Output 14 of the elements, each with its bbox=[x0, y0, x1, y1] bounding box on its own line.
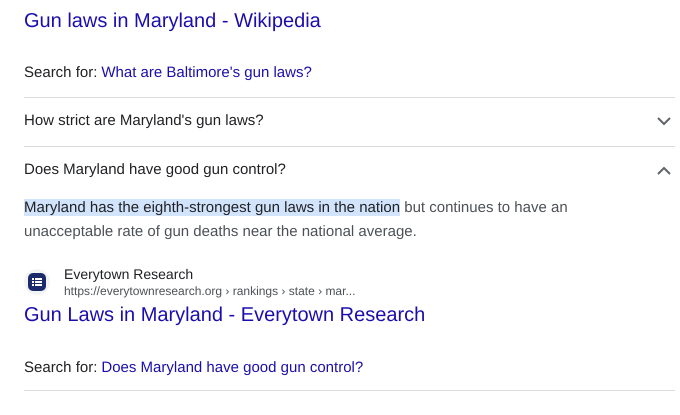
search-for-label: Search for: bbox=[24, 358, 98, 378]
site-name: Everytown Research bbox=[64, 264, 194, 282]
chevron-up-icon bbox=[657, 166, 671, 175]
faq-question[interactable]: How strict are Maryland's gun laws? bbox=[24, 98, 675, 146]
site-url: https://everytownresearch.org › rankings › state › mar... bbox=[64, 282, 356, 298]
answer-text: Maryland has the eighth-strongest gun laws in the nation but continues to have an unacceptable rate of gun deaths near the national average. bbox=[24, 198, 569, 242]
search-for-label: Search for: bbox=[24, 63, 98, 83]
result-title-link[interactable]: Gun Laws in Maryland - Everytown Research bbox=[24, 302, 675, 328]
site-favicon-icon bbox=[24, 268, 50, 294]
result-title-link[interactable]: Gun laws in Maryland - Wikipedia bbox=[24, 0, 675, 33]
search-suggestion-link[interactable]: What are Baltimore's gun laws? bbox=[101, 62, 312, 84]
search-suggestion-link[interactable]: Does Maryland have good gun control? bbox=[101, 356, 364, 379]
faq-question[interactable]: Does Maryland have good gun control? bbox=[24, 146, 675, 194]
chevron-down-icon bbox=[657, 117, 671, 126]
